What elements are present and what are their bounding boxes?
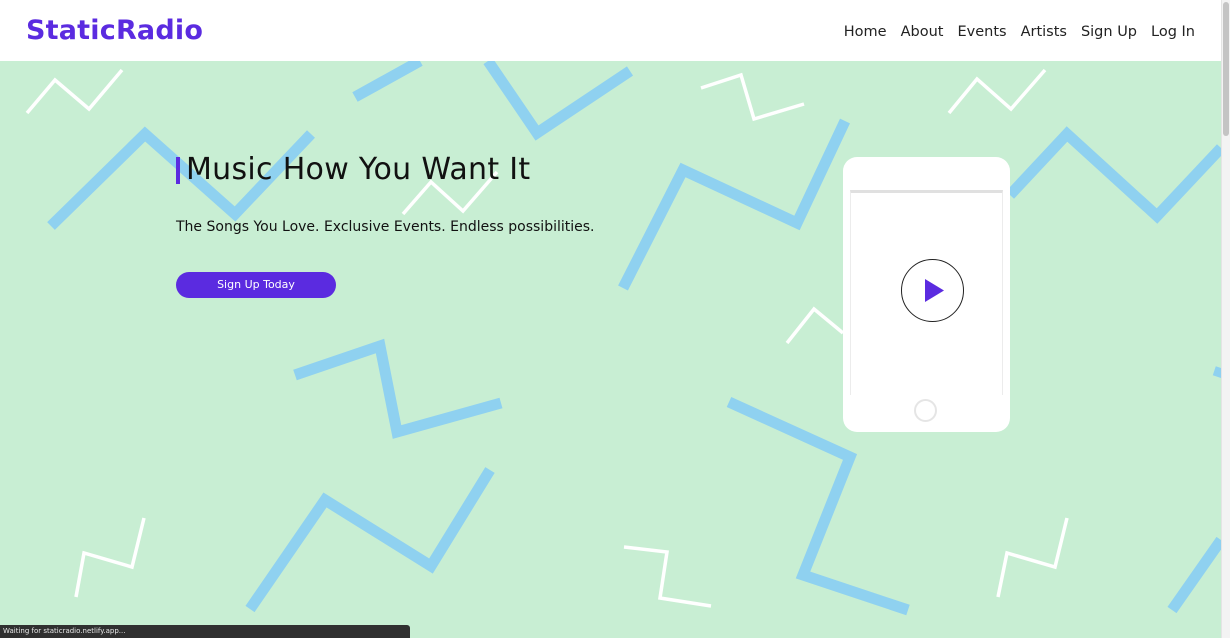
zigzag-shape <box>1005 126 1221 224</box>
nav-item-log-in[interactable]: Log In <box>1151 22 1195 42</box>
browser-status-bar: Waiting for staticradio.netlify.app... <box>0 625 410 638</box>
play-icon <box>925 279 944 302</box>
main-nav: Home About Events Artists Sign Up Log In <box>844 22 1195 42</box>
sign-up-today-button[interactable]: Sign Up Today <box>176 272 336 298</box>
zigzag-background <box>25 61 1221 616</box>
brand-logo[interactable]: StaticRadio <box>26 13 203 49</box>
nav-item-events[interactable]: Events <box>957 22 1006 42</box>
play-button[interactable] <box>901 259 964 322</box>
zigzag-shape <box>1167 536 1221 614</box>
nav-item-sign-up[interactable]: Sign Up <box>1081 22 1137 42</box>
zigzag-shape <box>726 396 910 616</box>
zigzag-shape <box>25 68 124 115</box>
phone-home-button <box>914 399 937 422</box>
zigzag-shape <box>352 61 423 102</box>
zigzag-shape <box>623 545 712 608</box>
zigzag-shape <box>245 467 495 613</box>
nav-item-artists[interactable]: Artists <box>1021 22 1067 42</box>
headline-accent-bar <box>176 156 180 184</box>
nav-item-home[interactable]: Home <box>844 22 887 42</box>
zigzag-shape <box>74 517 146 598</box>
zigzag-shape <box>785 306 845 345</box>
phone-mockup <box>843 157 1010 432</box>
page-scrollbar[interactable] <box>1221 0 1230 638</box>
phone-screen <box>850 190 1003 395</box>
nav-item-about[interactable]: About <box>901 22 944 42</box>
zigzag-shape <box>996 517 1069 598</box>
hero-headline: Music How You Want It <box>186 152 531 187</box>
site-header: StaticRadio Home About Events Artists Si… <box>0 0 1221 61</box>
zigzag-shape <box>293 338 503 439</box>
zigzag-shape <box>483 61 634 141</box>
zigzag-shape <box>947 68 1047 115</box>
zigzag-shape <box>618 118 850 291</box>
scrollbar-thumb[interactable] <box>1223 2 1229 136</box>
hero-headline-wrap: Music How You Want It <box>176 150 530 190</box>
hero-section <box>0 61 1221 638</box>
zigzag-shape <box>700 72 805 122</box>
hero-subheadline: The Songs You Love. Exclusive Events. En… <box>176 219 595 235</box>
